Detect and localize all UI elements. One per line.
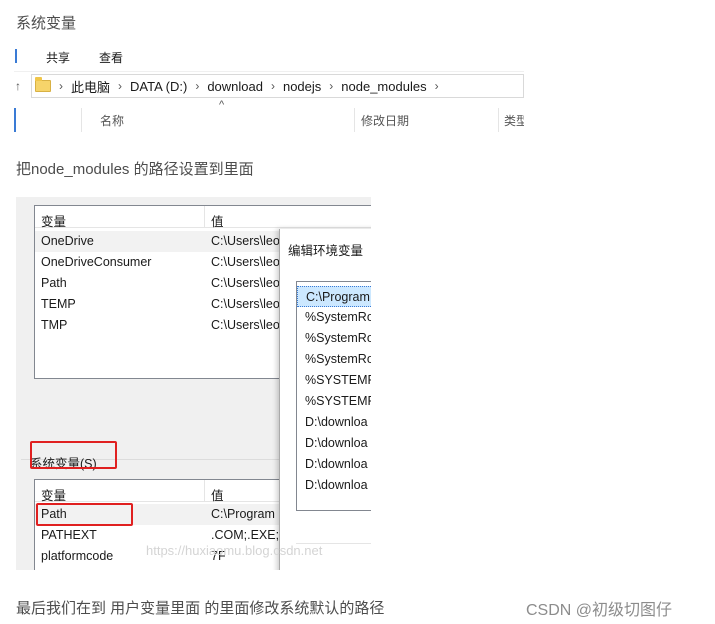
breadcrumb-download[interactable]: download: [207, 79, 263, 94]
address-bar[interactable]: › 此电脑 › DATA (D:) › download › nodejs › …: [31, 74, 524, 98]
environment-variables-dialog: 变量 值 OneDrive C:\Users\leo OneDriveConsu…: [16, 197, 371, 570]
ribbon-tab-view[interactable]: 查看: [99, 49, 123, 66]
list-item[interactable]: D:\downloa: [297, 454, 371, 475]
ribbon: 共享 查看: [14, 40, 524, 72]
column-divider[interactable]: [204, 206, 205, 228]
heading-system-vars: 系统变量: [16, 15, 77, 32]
breadcrumb-node-modules[interactable]: node_modules: [341, 79, 426, 94]
var-value: C:\Program: [211, 507, 275, 521]
list-item[interactable]: C:\Program: [297, 286, 371, 307]
var-name: TEMP: [41, 297, 76, 311]
chevron-right-icon[interactable]: ›: [118, 79, 122, 93]
var-value: C:\Users\leo: [211, 234, 280, 248]
ribbon-marker: [15, 49, 17, 63]
chevron-right-icon[interactable]: ›: [195, 79, 199, 93]
var-value: C:\Users\leo: [211, 255, 280, 269]
para-final: 最后我们在到 用户变量里面 的里面修改系统默认的路径: [16, 600, 385, 617]
chevron-right-icon[interactable]: ›: [329, 79, 333, 93]
list-item[interactable]: %SYSTEMR: [297, 370, 371, 391]
list-item[interactable]: D:\downloa: [297, 412, 371, 433]
dialog-title: 编辑环境变量: [288, 244, 364, 258]
var-name: Path: [41, 276, 67, 290]
column-type[interactable]: 类型: [504, 112, 524, 129]
column-divider[interactable]: [81, 108, 82, 132]
var-value: C:\Users\leo: [211, 297, 280, 311]
column-divider[interactable]: [354, 108, 355, 132]
column-variable[interactable]: 变量: [41, 485, 66, 504]
list-header: 变量 值: [35, 206, 371, 230]
column-variable[interactable]: 变量: [41, 211, 66, 230]
var-name: TMP: [41, 318, 68, 332]
folder-icon: [35, 77, 51, 92]
up-arrow-icon[interactable]: ↑: [15, 79, 21, 93]
highlight-box: [36, 503, 133, 526]
var-name: OneDrive: [41, 234, 94, 248]
breadcrumb-nodejs[interactable]: nodejs: [283, 79, 321, 94]
chevron-right-icon[interactable]: ›: [435, 79, 439, 93]
column-value[interactable]: 值: [211, 211, 224, 230]
var-value: .COM;.EXE;.: [211, 528, 283, 542]
list-item[interactable]: %SystemRo: [297, 328, 371, 349]
sort-caret-icon: ^: [219, 99, 225, 111]
var-value: C:\Users\leo: [211, 318, 280, 332]
var-name: OneDriveConsumer: [41, 255, 152, 269]
list-item[interactable]: %SystemRo: [297, 307, 371, 328]
list-item[interactable]: %SYSTEMR: [297, 391, 371, 412]
file-explorer-screenshot: 共享 查看 ↑ › 此电脑 › DATA (D:) › download › n…: [14, 40, 524, 135]
ribbon-tab-share[interactable]: 共享: [46, 49, 70, 66]
file-list-header: ^ 名称 修改日期 类型: [14, 99, 524, 135]
var-name: platformcode: [41, 549, 114, 563]
chevron-right-icon[interactable]: ›: [271, 79, 275, 93]
chevron-right-icon[interactable]: ›: [59, 79, 63, 93]
highlight-box: [30, 441, 117, 469]
list-item[interactable]: D:\downloa: [297, 433, 371, 454]
header-marker: [14, 108, 16, 132]
path-entries-list[interactable]: C:\Program %SystemRo %SystemRo %SystemRo…: [296, 281, 371, 511]
breadcrumb-data-drive[interactable]: DATA (D:): [130, 79, 187, 94]
para-set-path: 把node_modules 的路径设置到里面: [16, 161, 254, 178]
var-name: PATHEXT: [41, 528, 97, 542]
csdn-author-badge: CSDN @初级切图仔: [526, 602, 673, 619]
breadcrumb-this-pc[interactable]: 此电脑: [71, 77, 110, 96]
column-value[interactable]: 值: [211, 485, 224, 504]
edit-environment-variable-dialog: 编辑环境变量 C:\Program %SystemRo %SystemRo %S…: [279, 229, 371, 570]
column-modified[interactable]: 修改日期: [361, 112, 409, 129]
watermark: https://huxiaomu.blog.csdn.net: [146, 543, 323, 558]
list-item[interactable]: %SystemRo: [297, 349, 371, 370]
var-value: C:\Users\leo: [211, 276, 280, 290]
column-divider[interactable]: [498, 108, 499, 132]
column-name[interactable]: 名称: [100, 112, 124, 129]
column-divider[interactable]: [204, 480, 205, 502]
list-item[interactable]: D:\downloa: [297, 475, 371, 496]
